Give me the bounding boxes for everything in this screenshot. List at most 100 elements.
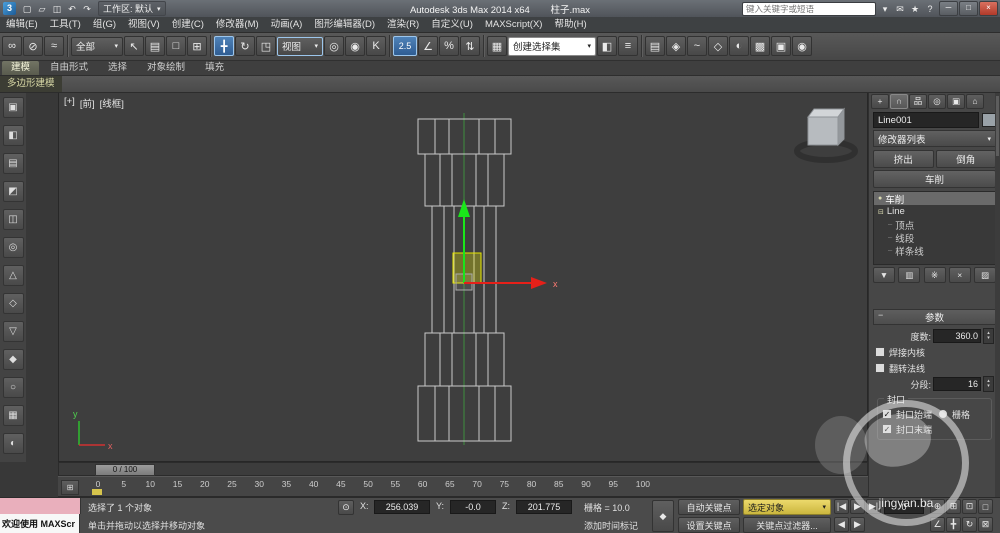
use-pivot-center-icon[interactable]: ◎ bbox=[324, 36, 344, 56]
search-input[interactable] bbox=[742, 1, 876, 16]
edit-named-selection-sets-icon[interactable]: ▦ bbox=[487, 36, 507, 56]
menu-group[interactable]: 组(G) bbox=[87, 17, 122, 32]
maximize-viewport-icon[interactable]: ⊠ bbox=[978, 517, 993, 532]
segments-field[interactable]: 16 bbox=[933, 377, 981, 391]
x-coordinate-field[interactable]: 256.039 bbox=[374, 500, 430, 514]
selection-lock-toggle[interactable]: ⊙ bbox=[338, 500, 354, 515]
key-filters-button[interactable]: 关键点过滤器... bbox=[743, 517, 831, 533]
favorites-icon[interactable]: ★ bbox=[908, 2, 922, 16]
unlink-selection-icon[interactable]: ⊘ bbox=[23, 36, 43, 56]
make-unique-icon[interactable]: ※ bbox=[923, 267, 946, 283]
keyboard-override-icon[interactable]: K bbox=[366, 36, 386, 56]
front-viewport[interactable]: [+] [前] [线框] x y x bbox=[58, 92, 868, 462]
go-to-start-icon[interactable]: |◀ bbox=[834, 499, 849, 514]
previous-frame-icon[interactable]: ◀ bbox=[834, 517, 849, 532]
hierarchy-tab-icon[interactable]: 品 bbox=[909, 93, 927, 109]
menu-views[interactable]: 视图(V) bbox=[122, 17, 166, 32]
left-tool-icon-10[interactable]: ◆ bbox=[2, 349, 24, 370]
menu-edit[interactable]: 编辑(E) bbox=[0, 17, 44, 32]
select-and-scale-icon[interactable]: ◳ bbox=[256, 36, 276, 56]
save-file-icon[interactable]: ◫ bbox=[50, 2, 64, 16]
stack-item-vertex[interactable]: ┈ 顶点 bbox=[874, 218, 995, 232]
object-name-field[interactable]: Line001 bbox=[873, 112, 979, 128]
curve-editor-icon[interactable]: ~ bbox=[687, 36, 707, 56]
pan-view-icon[interactable]: ╋ bbox=[946, 517, 961, 532]
show-end-result-icon[interactable]: ▥ bbox=[898, 267, 921, 283]
go-to-end-icon[interactable]: ▶| bbox=[866, 499, 881, 514]
help-icon[interactable]: ? bbox=[923, 2, 937, 16]
ribbon-tab-freeform[interactable]: 自由形式 bbox=[41, 61, 97, 75]
left-tool-icon-6[interactable]: ◎ bbox=[2, 237, 24, 258]
modify-tab-icon[interactable]: ∩ bbox=[890, 93, 908, 109]
current-time-field[interactable]: 0 bbox=[884, 500, 924, 514]
material-editor-icon[interactable]: ◐ bbox=[729, 36, 749, 56]
left-tool-icon-3[interactable]: ▤ bbox=[2, 153, 24, 174]
reference-coordinate-select[interactable]: 视图 ▾ bbox=[277, 36, 323, 56]
left-tool-icon-2[interactable]: ◧ bbox=[2, 125, 24, 146]
left-tool-icon-12[interactable]: ▦ bbox=[2, 405, 24, 426]
select-object-icon[interactable]: ↖ bbox=[124, 36, 144, 56]
stack-item-spline[interactable]: ┈ 样条线 bbox=[874, 244, 995, 258]
motion-tab-icon[interactable]: ◎ bbox=[928, 93, 946, 109]
set-key-toggle-button[interactable]: ◆ bbox=[652, 500, 674, 532]
select-and-move-icon[interactable]: ╋ bbox=[214, 36, 234, 56]
lathe-button[interactable]: 车削 bbox=[873, 170, 996, 188]
menu-maxscript[interactable]: MAXScript(X) bbox=[479, 17, 549, 32]
menu-rendering[interactable]: 渲染(R) bbox=[381, 17, 425, 32]
display-tab-icon[interactable]: ▣ bbox=[947, 93, 965, 109]
y-coordinate-field[interactable]: -0.0 bbox=[450, 500, 496, 514]
select-and-link-icon[interactable]: ∞ bbox=[2, 36, 22, 56]
time-slider-handle[interactable]: 0 / 100 bbox=[95, 464, 155, 476]
object-color-swatch[interactable] bbox=[982, 113, 996, 127]
align-icon[interactable]: ≡ bbox=[618, 36, 638, 56]
select-and-rotate-icon[interactable]: ↻ bbox=[235, 36, 255, 56]
weld-core-checkbox[interactable] bbox=[875, 347, 885, 357]
bevel-button[interactable]: 倒角 bbox=[935, 150, 996, 168]
new-scene-icon[interactable]: ▢ bbox=[20, 2, 34, 16]
parameters-rollout-header[interactable]: − 参数 bbox=[873, 309, 996, 325]
cap-end-checkbox[interactable]: ✓ bbox=[882, 424, 892, 434]
menu-create[interactable]: 创建(C) bbox=[166, 17, 210, 32]
rectangular-selection-region-icon[interactable]: □ bbox=[166, 36, 186, 56]
orbit-icon[interactable]: ↻ bbox=[962, 517, 977, 532]
left-tool-icon-11[interactable]: ○ bbox=[2, 377, 24, 398]
set-key-mode-button[interactable]: 设置关键点 bbox=[678, 517, 740, 533]
undo-icon[interactable]: ↶ bbox=[65, 2, 79, 16]
left-tool-icon-1[interactable]: ▣ bbox=[2, 97, 24, 118]
key-selection-dropdown[interactable]: 选定对象 ▾ bbox=[743, 499, 831, 515]
grid-cap-radio[interactable] bbox=[938, 409, 949, 419]
track-bar[interactable]: ⊞ 0 5 10 15 20 25 30 35 40 45 50 55 60 65 70 75 80 85 90 95… bbox=[58, 476, 868, 497]
snaps-toggle-icon[interactable]: 2.5 bbox=[393, 36, 417, 56]
menu-customize[interactable]: 自定义(U) bbox=[425, 17, 479, 32]
open-file-icon[interactable]: ▱ bbox=[35, 2, 49, 16]
viewport-menu-view[interactable]: [前] bbox=[80, 96, 95, 110]
window-crossing-icon[interactable]: ⊞ bbox=[187, 36, 207, 56]
spinner-down-icon[interactable]: ▾ bbox=[987, 336, 990, 341]
ribbon-tab-selection[interactable]: 选择 bbox=[99, 61, 136, 75]
extrude-button[interactable]: 挤出 bbox=[873, 150, 934, 168]
select-and-manipulate-icon[interactable]: ◉ bbox=[345, 36, 365, 56]
viewport-menu-plus[interactable]: [+] bbox=[64, 96, 75, 110]
degrees-field[interactable]: 360.0 bbox=[933, 329, 981, 343]
graphite-ribbon-toggle-icon[interactable]: ◈ bbox=[666, 36, 686, 56]
remove-modifier-icon[interactable]: × bbox=[948, 267, 971, 283]
named-selection-set-select[interactable]: 创建选择集 ▾ bbox=[508, 36, 596, 56]
workspace-dropdown[interactable]: 工作区: 默认 ▾ bbox=[98, 1, 166, 16]
render-setup-icon[interactable]: ▩ bbox=[750, 36, 770, 56]
panel-scrollbar[interactable] bbox=[995, 92, 1000, 500]
viewcube[interactable] bbox=[794, 107, 858, 163]
selection-filter-select[interactable]: 全部 ▾ bbox=[71, 36, 123, 56]
create-tab-icon[interactable]: + bbox=[871, 93, 889, 109]
zoom-extents-icon[interactable]: ⊡ bbox=[962, 499, 977, 514]
cap-start-checkbox[interactable]: ✓ bbox=[882, 409, 892, 419]
stack-item-lathe[interactable]: ● 车削 bbox=[874, 192, 995, 206]
ribbon-tab-modeling[interactable]: 建模 bbox=[2, 61, 40, 75]
menu-animation[interactable]: 动画(A) bbox=[265, 17, 309, 32]
maxscript-macro-recorder[interactable] bbox=[0, 498, 81, 514]
redo-icon[interactable]: ↷ bbox=[80, 2, 94, 16]
angle-snap-icon[interactable]: ∠ bbox=[418, 36, 438, 56]
minimize-button[interactable]: ─ bbox=[939, 1, 958, 16]
maxscript-mini-listener[interactable]: 欢迎使用 MAXScr bbox=[0, 514, 80, 533]
spinner-down-icon[interactable]: ▾ bbox=[987, 384, 990, 389]
ribbon-tab-object-paint[interactable]: 对象绘制 bbox=[138, 61, 194, 75]
